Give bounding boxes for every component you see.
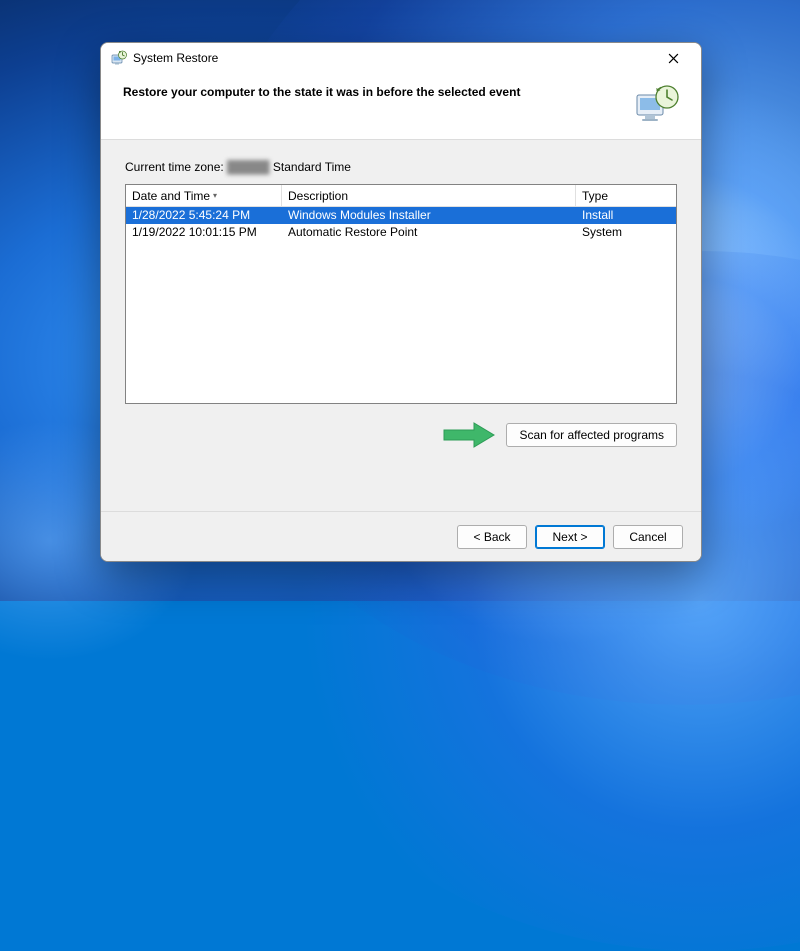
header-strip: Restore your computer to the state it wa… bbox=[101, 73, 701, 140]
table-row[interactable]: 1/19/2022 10:01:15 PM Automatic Restore … bbox=[126, 224, 676, 241]
column-label: Type bbox=[582, 189, 608, 203]
timezone-blurred: █████ bbox=[227, 160, 270, 174]
timezone-line: Current time zone: █████ Standard Time bbox=[125, 160, 677, 174]
green-arrow-icon bbox=[438, 420, 498, 450]
table-body: 1/28/2022 5:45:24 PM Windows Modules Ins… bbox=[126, 207, 676, 403]
column-header-description[interactable]: Description bbox=[282, 185, 576, 206]
page-heading: Restore your computer to the state it wa… bbox=[123, 83, 633, 99]
window-title: System Restore bbox=[133, 51, 653, 65]
titlebar[interactable]: System Restore bbox=[101, 43, 701, 73]
system-restore-large-icon bbox=[633, 83, 681, 125]
back-button[interactable]: < Back bbox=[457, 525, 527, 549]
close-icon bbox=[668, 53, 679, 64]
column-label: Description bbox=[288, 189, 348, 203]
cell-type: Install bbox=[576, 207, 676, 224]
column-header-datetime[interactable]: Date and Time ▾ bbox=[126, 185, 282, 206]
cancel-button[interactable]: Cancel bbox=[613, 525, 683, 549]
scan-affected-programs-button[interactable]: Scan for affected programs bbox=[506, 423, 677, 447]
system-restore-icon bbox=[111, 50, 127, 66]
column-label: Date and Time bbox=[132, 189, 210, 203]
sort-desc-icon: ▾ bbox=[213, 192, 217, 200]
cell-description: Windows Modules Installer bbox=[282, 207, 576, 224]
wizard-footer: < Back Next > Cancel bbox=[101, 511, 701, 561]
table-row[interactable]: 1/28/2022 5:45:24 PM Windows Modules Ins… bbox=[126, 207, 676, 224]
restore-points-table: Date and Time ▾ Description Type 1/28/20… bbox=[125, 184, 677, 404]
cell-datetime: 1/19/2022 10:01:15 PM bbox=[126, 224, 282, 241]
next-button[interactable]: Next > bbox=[535, 525, 605, 549]
cell-description: Automatic Restore Point bbox=[282, 224, 576, 241]
system-restore-window: System Restore Restore your computer to … bbox=[100, 42, 702, 562]
timezone-prefix: Current time zone: bbox=[125, 160, 227, 174]
cell-datetime: 1/28/2022 5:45:24 PM bbox=[126, 207, 282, 224]
close-button[interactable] bbox=[653, 45, 693, 71]
timezone-suffix: Standard Time bbox=[270, 160, 351, 174]
scan-row: Scan for affected programs bbox=[125, 404, 677, 450]
body-area: Current time zone: █████ Standard Time D… bbox=[101, 140, 701, 511]
table-header: Date and Time ▾ Description Type bbox=[126, 185, 676, 207]
cell-type: System bbox=[576, 224, 676, 241]
column-header-type[interactable]: Type bbox=[576, 185, 676, 206]
